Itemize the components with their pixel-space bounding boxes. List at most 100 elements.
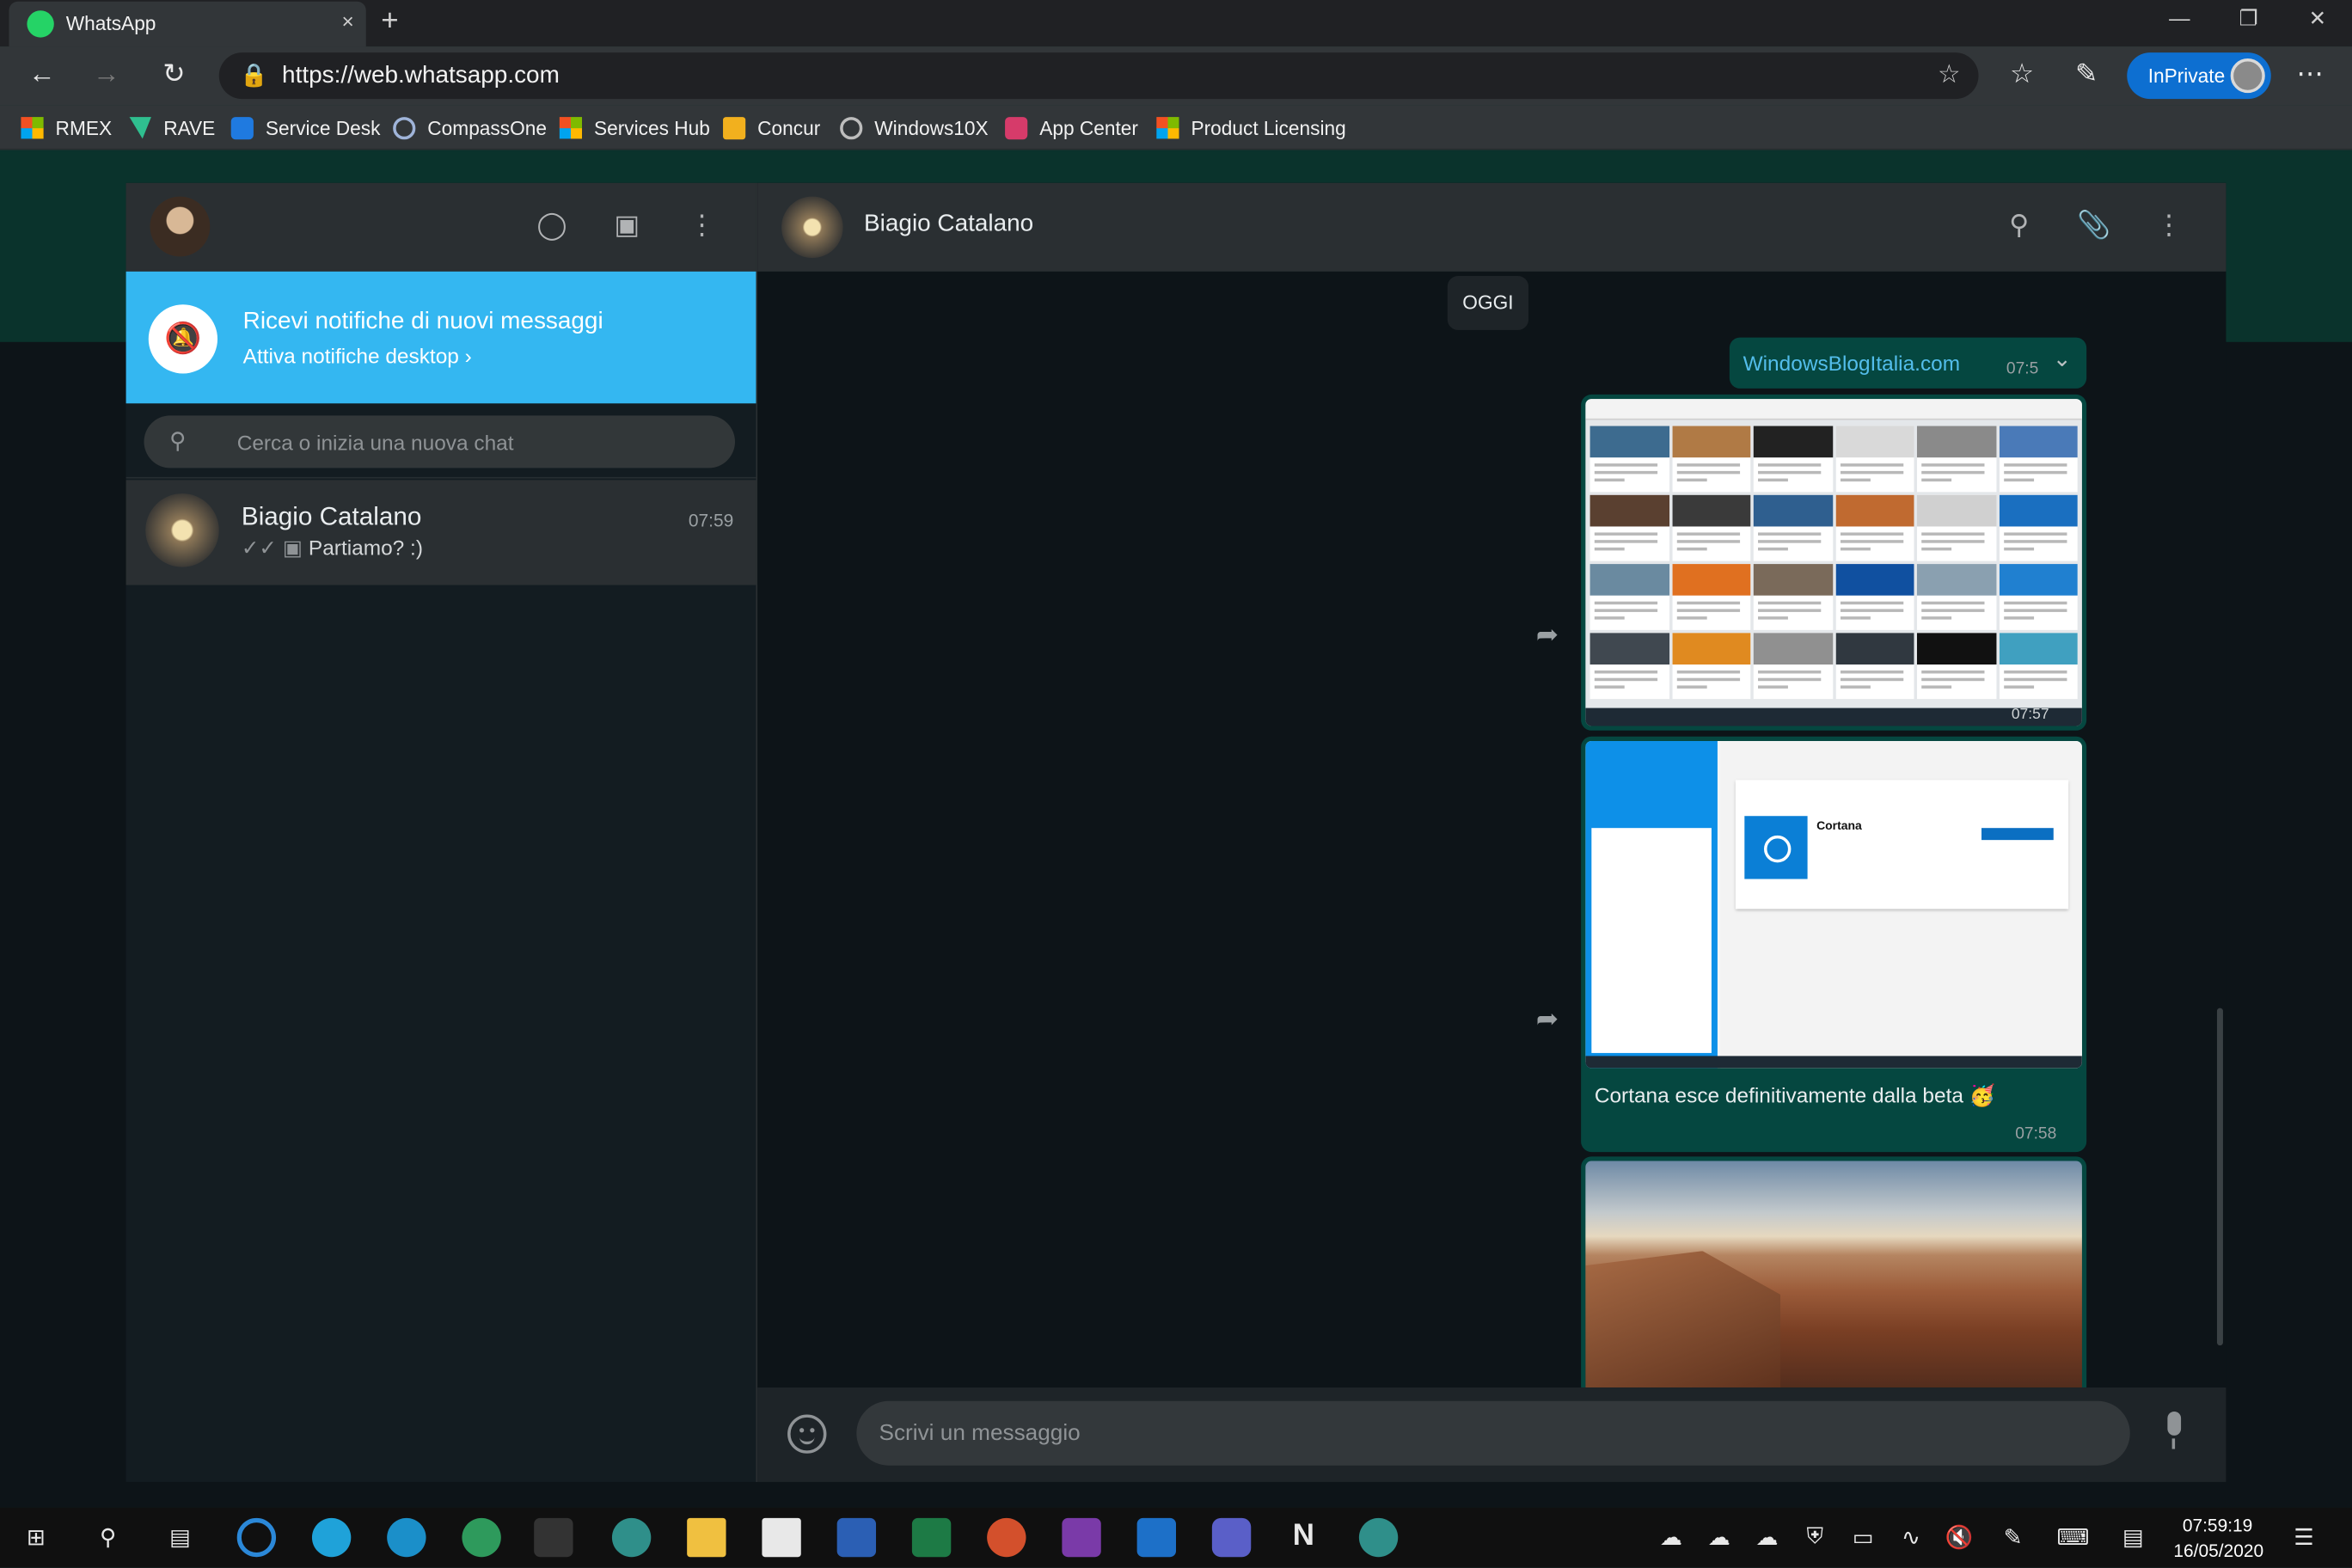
back-arrow-icon[interactable]: ←	[20, 58, 64, 90]
link-text[interactable]: WindowsBlogItalia.com	[1743, 351, 1961, 375]
edge-icon[interactable]	[311, 1517, 352, 1558]
contact-name[interactable]: Biagio Catalano	[864, 211, 1033, 238]
search-input[interactable]	[236, 424, 688, 461]
inprivate-profile-button[interactable]: InPrivate	[2127, 52, 2271, 100]
enable-notifications-link[interactable]: Attiva notifiche desktop ›	[243, 344, 472, 368]
link-message[interactable]: WindowsBlogItalia.com 07:5 ⌄	[1729, 337, 2087, 389]
desktop-notification-banner[interactable]: 🔕 Ricevi notifiche di nuovi messaggi Att…	[126, 271, 756, 404]
edge-canary-icon[interactable]	[534, 1517, 573, 1558]
compass-icon	[393, 116, 416, 139]
refresh-icon[interactable]: ↻	[151, 58, 196, 90]
message-input[interactable]	[856, 1400, 2130, 1466]
favorite-star-icon[interactable]: ☆	[1938, 60, 1961, 90]
file-explorer-icon[interactable]	[687, 1517, 726, 1558]
emoji-icon[interactable]	[787, 1414, 827, 1454]
new-chat-icon[interactable]: ▣	[609, 210, 645, 242]
word-icon[interactable]	[836, 1517, 877, 1558]
favorite-services-hub[interactable]: Services Hub	[559, 114, 710, 141]
security-shield-icon[interactable]: ⛨	[1796, 1524, 1834, 1550]
restore-window-icon[interactable]: ❐	[2219, 6, 2279, 32]
menu-icon[interactable]: ⋮	[684, 210, 720, 242]
notion-icon[interactable]: N	[1284, 1520, 1323, 1554]
forward-icon[interactable]: ➦	[1536, 1003, 1559, 1035]
task-view-icon[interactable]: ▤	[161, 1524, 199, 1552]
store-screenshot-image[interactable]: Cortana	[1585, 740, 2082, 1069]
favorite-compassone[interactable]: CompassOne	[393, 114, 547, 141]
action-center-icon[interactable]: ☰	[2284, 1524, 2323, 1552]
edge-beta-icon[interactable]	[387, 1517, 426, 1558]
image-message-with-caption[interactable]: Cortana Cortana esce definitivamente dal…	[1581, 736, 2087, 1153]
favorite-concur[interactable]: Concur	[723, 114, 820, 141]
chat-list-item[interactable]: Biagio Catalano 07:59 ✓✓ ▣ Partiamo? :)	[126, 480, 756, 585]
favorites-list-icon[interactable]: ☆	[2000, 58, 2044, 90]
thumbnail-text-line	[1594, 463, 1658, 467]
more-options-icon[interactable]: ⋯	[2288, 58, 2332, 90]
favorite-windows10x[interactable]: Windows10X	[840, 114, 989, 141]
excel-icon[interactable]	[911, 1517, 952, 1558]
forward-arrow-icon[interactable]: →	[84, 58, 129, 90]
status-icon[interactable]: ◯	[534, 210, 570, 242]
cortana-icon[interactable]	[236, 1517, 277, 1558]
thumbnail-text-line	[1840, 616, 1871, 620]
battery-icon[interactable]: ▭	[1843, 1524, 1882, 1552]
thumbnail-text-line	[2003, 616, 2034, 620]
powerpoint-icon[interactable]	[987, 1517, 1026, 1558]
thumbnail-text-line	[1675, 609, 1740, 612]
attach-icon[interactable]: 📎	[2076, 210, 2112, 242]
close-window-icon[interactable]: ✕	[2288, 6, 2348, 32]
contact-avatar[interactable]	[781, 196, 843, 259]
taskbar-search-icon[interactable]: ⚲	[89, 1524, 127, 1552]
volume-muted-icon[interactable]: 🔇	[1939, 1524, 1978, 1552]
new-tab-button[interactable]: +	[381, 4, 398, 39]
edge-canary-3-icon[interactable]	[1358, 1517, 1399, 1558]
image-message[interactable]	[1581, 1156, 2087, 1388]
address-url[interactable]: https://web.whatsapp.com	[282, 63, 560, 89]
edge-dev-icon[interactable]	[462, 1517, 501, 1558]
chevron-down-icon[interactable]: ⌄	[2053, 345, 2072, 372]
browser-tab-whatsapp[interactable]: WhatsApp ×	[9, 1, 366, 47]
tablet-mode-icon[interactable]: ▤	[2114, 1524, 2153, 1552]
favorite-label: Services Hub	[593, 116, 710, 139]
store-icon[interactable]	[762, 1517, 801, 1558]
chat-menu-icon[interactable]: ⋮	[2151, 210, 2187, 242]
thumbnail-text-line	[1675, 532, 1740, 536]
pen-icon[interactable]: ✎	[1994, 1524, 2032, 1552]
windows-start-icon[interactable]: ⊞	[16, 1524, 55, 1552]
my-avatar[interactable]	[150, 196, 211, 257]
message-scrollbar[interactable]	[2216, 1008, 2223, 1346]
teams-icon[interactable]	[1211, 1517, 1252, 1558]
wifi-icon[interactable]: ∿	[1891, 1524, 1930, 1552]
minimize-window-icon[interactable]: —	[2149, 6, 2209, 30]
thumbnail-text-line	[1594, 616, 1625, 620]
outlook-icon[interactable]	[1136, 1517, 1176, 1558]
search-box[interactable]: ⚲	[144, 415, 736, 469]
onedrive-icon[interactable]: ☁	[1651, 1524, 1690, 1552]
keyboard-icon[interactable]: ⌨	[2054, 1524, 2092, 1552]
website-screenshot-image[interactable]: 07:57	[1585, 399, 2082, 726]
favorite-rmex[interactable]: RMEX	[21, 114, 112, 141]
onedrive-personal-icon[interactable]: ☁	[1700, 1524, 1738, 1552]
address-bar[interactable]: 🔒 https://web.whatsapp.com ☆	[218, 52, 1979, 100]
clock-date[interactable]: 16/05/2020	[2173, 1540, 2263, 1561]
onenote-icon[interactable]	[1062, 1517, 1101, 1558]
favorite-service-desk[interactable]: Service Desk	[230, 114, 380, 141]
collections-icon[interactable]: ✎	[2064, 58, 2109, 90]
thumbnail-picture	[1589, 494, 1669, 527]
search-messages-icon[interactable]: ⚲	[2001, 210, 2037, 242]
edge-canary-2-icon[interactable]	[611, 1517, 652, 1558]
forward-icon[interactable]: ➦	[1536, 620, 1559, 652]
microphone-icon[interactable]	[2163, 1411, 2184, 1454]
onedrive-business-icon[interactable]: ☁	[1748, 1524, 1786, 1552]
favorite-app-center[interactable]: App Center	[1005, 114, 1138, 141]
forward-icon[interactable]: ➦	[1536, 1381, 1559, 1387]
clock-time[interactable]: 07:59:19	[2183, 1515, 2253, 1535]
favorite-rave[interactable]: RAVE	[129, 114, 215, 141]
screenshot-thumbnail	[1589, 564, 1669, 630]
image-message[interactable]: 07:57	[1581, 394, 2087, 731]
favorite-product-licensing[interactable]: Product Licensing	[1156, 114, 1346, 141]
canyon-photo[interactable]	[1585, 1161, 2082, 1388]
conversation-header[interactable]: Biagio Catalano ⚲ 📎 ⋮	[757, 182, 2226, 272]
favorites-bar: RMEX RAVE Service Desk CompassOne Servic…	[0, 105, 2352, 150]
close-tab-icon[interactable]: ×	[342, 9, 354, 33]
screenshot-thumbnail	[1753, 426, 1833, 493]
